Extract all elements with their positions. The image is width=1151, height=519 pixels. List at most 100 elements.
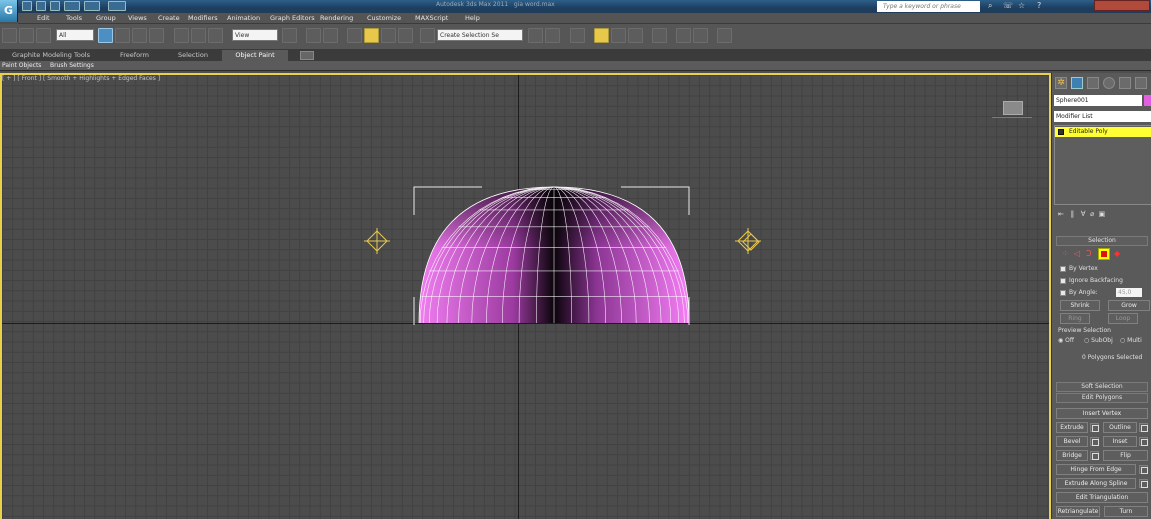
create-tab-icon[interactable]: ✲ — [1055, 77, 1067, 89]
pin-stack-icon[interactable]: ⇤ — [1058, 210, 1064, 218]
window-crossing-icon[interactable] — [149, 28, 164, 43]
ribbon-options-icon[interactable] — [300, 51, 314, 60]
menu-group[interactable]: Group — [96, 13, 116, 24]
inset-settings-icon[interactable] — [1139, 437, 1148, 446]
grow-button[interactable]: Grow — [1108, 300, 1150, 311]
bridge-settings-icon[interactable] — [1090, 451, 1099, 460]
configure-sets-icon[interactable]: ▣ — [1099, 210, 1106, 218]
extrude-along-spline-button[interactable]: Extrude Along Spline — [1056, 478, 1136, 489]
select-manipulate-icon[interactable] — [306, 28, 321, 43]
app-logo-icon[interactable]: G — [0, 0, 18, 22]
pivot-center-icon[interactable] — [282, 28, 297, 43]
spinner-snap-icon[interactable] — [398, 28, 413, 43]
save-file-icon[interactable] — [50, 1, 60, 11]
scale-icon[interactable] — [208, 28, 223, 43]
vertex-mode-icon[interactable]: ⁘ — [1062, 249, 1069, 258]
modify-tab-icon[interactable] — [1071, 77, 1083, 89]
element-mode-icon[interactable]: ◆ — [1114, 249, 1120, 258]
help-search-input[interactable]: Type a keyword or phrase — [877, 1, 980, 12]
loop-button[interactable]: Loop — [1108, 313, 1138, 324]
named-selection-dropdown[interactable]: Create Selection Se — [437, 29, 523, 41]
favorites-icon[interactable]: ☆ — [1018, 1, 1030, 11]
redo-icon[interactable] — [84, 1, 100, 11]
render-setup-icon[interactable] — [676, 28, 691, 43]
undo-icon[interactable] — [64, 1, 80, 11]
show-end-result-icon[interactable]: ‖ — [1071, 210, 1075, 218]
menu-customize[interactable]: Customize — [367, 13, 401, 24]
front-viewport[interactable]: [ + ] [ Front ] [ Smooth + Highlights + … — [2, 75, 1049, 519]
bevel-settings-icon[interactable] — [1090, 437, 1099, 446]
snaps-toggle-icon[interactable] — [347, 28, 362, 43]
unlink-icon[interactable] — [19, 28, 34, 43]
menu-views[interactable]: Views — [128, 13, 147, 24]
menu-edit[interactable]: Edit — [37, 13, 50, 24]
curve-editor-icon[interactable] — [611, 28, 626, 43]
bridge-button[interactable]: Bridge — [1056, 450, 1088, 461]
preview-off-radio[interactable]: ◉ Off — [1058, 337, 1074, 344]
hinge-settings-icon[interactable] — [1139, 465, 1148, 474]
select-object-icon[interactable] — [98, 28, 113, 43]
percent-snap-icon[interactable] — [381, 28, 396, 43]
utilities-tab-icon[interactable] — [1135, 77, 1147, 89]
move-icon[interactable] — [174, 28, 189, 43]
turn-button[interactable]: Turn — [1104, 506, 1148, 517]
display-tab-icon[interactable] — [1119, 77, 1131, 89]
object-color-swatch[interactable] — [1144, 95, 1151, 106]
hierarchy-tab-icon[interactable] — [1087, 77, 1099, 89]
preview-multi-radio[interactable]: ○ Multi — [1120, 337, 1142, 344]
hinge-from-edge-button[interactable]: Hinge From Edge — [1056, 464, 1136, 475]
ref-coord-dropdown[interactable]: View — [232, 29, 278, 41]
select-by-name-icon[interactable] — [115, 28, 130, 43]
binoculars-icon[interactable]: ⌕ — [988, 1, 1000, 11]
select-link-icon[interactable] — [2, 28, 17, 43]
stack-item-editable-poly[interactable]: Editable Poly — [1055, 127, 1151, 137]
extrude-settings-icon[interactable] — [1090, 423, 1099, 432]
keyboard-shortcut-icon[interactable] — [323, 28, 338, 43]
window-controls[interactable] — [1094, 0, 1150, 11]
polygon-mode-icon[interactable] — [1098, 248, 1110, 260]
make-unique-icon[interactable]: ∀ — [1081, 210, 1086, 218]
menu-maxscript[interactable]: MAXScript — [415, 13, 448, 24]
inset-button[interactable]: Inset — [1103, 436, 1137, 447]
menu-tools[interactable]: Tools — [66, 13, 82, 24]
subtab-paint-objects[interactable]: Paint Objects — [2, 62, 41, 69]
modifier-list-dropdown[interactable]: Modifier List — [1054, 111, 1151, 122]
layer-manager-icon[interactable] — [570, 28, 585, 43]
selection-filter-dropdown[interactable]: All — [56, 29, 94, 41]
help-icon[interactable]: ? — [1037, 1, 1049, 11]
mirror-icon[interactable] — [528, 28, 543, 43]
open-file-icon[interactable] — [36, 1, 46, 11]
tab-freeform[interactable]: Freeform — [120, 50, 149, 61]
edit-named-sets-icon[interactable] — [420, 28, 435, 43]
bind-space-warp-icon[interactable] — [36, 28, 51, 43]
selection-rollout-header[interactable]: Selection — [1056, 236, 1148, 246]
graphite-toggle-icon[interactable] — [594, 28, 609, 43]
tab-object-paint[interactable]: Object Paint — [222, 50, 288, 61]
new-file-icon[interactable] — [22, 1, 32, 11]
soft-selection-rollout-header[interactable]: Soft Selection — [1056, 382, 1148, 392]
rect-selection-icon[interactable] — [132, 28, 147, 43]
menu-animation[interactable]: Animation — [227, 13, 260, 24]
motion-tab-icon[interactable] — [1103, 77, 1115, 89]
angle-spinner[interactable]: 45,0 — [1116, 288, 1142, 297]
subtab-brush-settings[interactable]: Brush Settings — [50, 62, 94, 69]
tab-selection[interactable]: Selection — [178, 50, 208, 61]
rendered-frame-icon[interactable] — [693, 28, 708, 43]
menu-create[interactable]: Create — [158, 13, 180, 24]
preview-subobj-radio[interactable]: ○ SubObj — [1084, 337, 1113, 344]
retriangulate-button[interactable]: Retriangulate — [1056, 506, 1100, 517]
edge-mode-icon[interactable]: ◁ — [1074, 249, 1080, 258]
ring-button[interactable]: Ring — [1060, 313, 1090, 324]
edit-polygons-rollout-header[interactable]: Edit Polygons — [1056, 393, 1148, 403]
by-vertex-checkbox[interactable]: By Vertex — [1060, 265, 1098, 272]
communication-center-icon[interactable]: ☏ — [1003, 1, 1015, 11]
extrude-spline-settings-icon[interactable] — [1139, 479, 1148, 488]
ignore-backfacing-checkbox[interactable]: Ignore Backfacing — [1060, 277, 1123, 284]
object-name-field[interactable]: Sphere001 — [1054, 95, 1142, 106]
align-icon[interactable] — [545, 28, 560, 43]
border-mode-icon[interactable]: Ↄ — [1086, 249, 1092, 258]
render-production-icon[interactable] — [717, 28, 732, 43]
remove-modifier-icon[interactable]: ⌀ — [1090, 210, 1094, 218]
edit-triangulation-button[interactable]: Edit Triangulation — [1056, 492, 1148, 503]
tab-graphite-modeling[interactable]: Graphite Modeling Tools — [12, 50, 90, 61]
